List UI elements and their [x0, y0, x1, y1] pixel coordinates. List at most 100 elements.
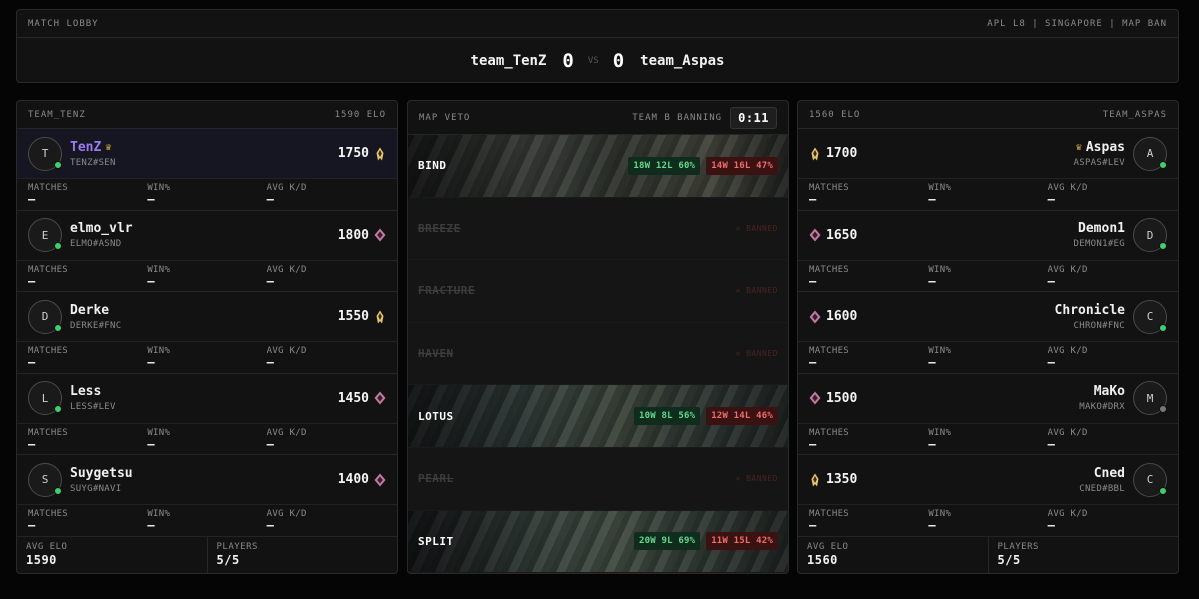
map-name: LOTUS [418, 409, 454, 423]
players-label: PLAYERS [997, 541, 1039, 552]
stat-value: – [928, 518, 936, 532]
avatar: D [28, 299, 62, 334]
map-veto-title: MAP VETO [419, 112, 471, 123]
player-stats: MATCHES – WIN% – AVG K/D – [17, 424, 397, 455]
player-elo: 1650 [809, 228, 857, 243]
player-name-line: TenZ ♛ [70, 140, 338, 155]
team-a-elo: 1590 ELO [334, 109, 386, 120]
avatar-initial: A [1146, 147, 1154, 160]
map-name: HAVEN [418, 347, 454, 361]
stat-value: – [809, 355, 817, 369]
stat-value: – [809, 273, 817, 288]
player-row[interactable]: L Less LESS#LEV 1450 [17, 374, 397, 424]
win-rate-stat: WIN% – [147, 261, 266, 292]
player-row[interactable]: A ♛ Aspas ASPAS#LEV 1700 [798, 129, 1178, 179]
player-elo-value: 1700 [826, 146, 858, 161]
player-card[interactable]: C Chronicle CHRON#FNC 1600 MATCHES – WIN% – AVG … [798, 292, 1178, 374]
player-card[interactable]: C Cned CNED#BBL 1350 MATCHES – WIN% – AVG K/D – [798, 455, 1178, 537]
team-b-title: TEAM_ASPAS [1102, 109, 1167, 120]
player-row[interactable]: M MaKo MAKO#DRX 1500 [798, 374, 1178, 424]
player-name-line: Suygetsu [70, 466, 338, 481]
map-row-lotus[interactable]: LOTUS 10W 8L 56% 12W 14L 46% [408, 385, 788, 448]
map-name: BIND [418, 159, 447, 173]
player-row[interactable]: D Derke DERKE#FNC 1550 [17, 292, 397, 342]
stat-label: WIN% [928, 264, 952, 275]
map-records: 18W 12L 60% 14W 16L 47% [628, 156, 778, 175]
player-card[interactable]: D Derke DERKE#FNC 1550 MATCHES – WIN% – AVG K/D – [17, 292, 397, 374]
stat-value: – [147, 355, 155, 369]
banned-tag: ✕ BANNED [735, 224, 778, 233]
map-name: FRACTURE [418, 284, 475, 298]
map-row-pearl: PEARL ✕ BANNED [408, 447, 788, 511]
player-row[interactable]: C Cned CNED#BBL 1350 [798, 455, 1178, 505]
win-rate-stat: WIN% – [147, 342, 266, 373]
player-card[interactable]: L Less LESS#LEV 1450 MATCHES – WIN% – AVG K/D – [17, 374, 397, 455]
player-elo: 1600 [809, 309, 857, 324]
stat-label: AVG K/D [266, 264, 307, 275]
banned-label: BANNED [746, 474, 778, 484]
stat-value: – [928, 273, 936, 288]
team-a-summary: AVG ELO 1590 PLAYERS 5/5 [17, 536, 397, 573]
map-row-bind[interactable]: BIND 18W 12L 60% 14W 16L 47% [408, 135, 788, 198]
player-elo: 1700 [809, 146, 857, 161]
player-name: Cned [1093, 465, 1125, 481]
stat-label: AVG K/D [1047, 264, 1088, 275]
banned-label: BANNED [746, 349, 778, 359]
kd-stat: AVG K/D – [267, 505, 386, 536]
win-rate-stat: WIN% – [928, 179, 1047, 210]
rank-gold-icon [811, 147, 819, 160]
player-row[interactable]: Eelmo_vlr ELMO#ASND 1800 [17, 211, 397, 261]
matches-stat: MATCHES – [809, 342, 928, 373]
stat-value: – [266, 518, 275, 532]
ban-x-icon: ✕ [735, 223, 747, 233]
player-card[interactable]: M MaKo MAKO#DRX 1500 MATCHES – WIN% – AVG K/D – [798, 374, 1178, 455]
player-name-line: ♛ Aspas [857, 140, 1125, 155]
player-stats: MATCHES – WIN% – AVG K/D – [798, 342, 1178, 373]
player-row[interactable]: C Chronicle CHRON#FNC 1600 [798, 292, 1178, 342]
stat-value: – [147, 192, 155, 206]
player-card[interactable]: A ♛ Aspas ASPAS#LEV 1700 MATCHES – WIN% – AVG K/D… [798, 129, 1178, 211]
player-row[interactable]: T TenZ ♛ TENZ#SEN 1750 [17, 129, 397, 179]
player-card[interactable]: T TenZ ♛ TENZ#SEN 1750 MATCHES – WIN% – AVG K/D – [17, 129, 397, 211]
team-b-elo: 1560 ELO [809, 109, 861, 120]
stat-value: – [28, 192, 36, 206]
avatar: C [1133, 462, 1167, 497]
player-card[interactable]: S Suygetsu SUYG#NAVI 1400 MATCHES – WIN% – AVG K… [17, 455, 397, 537]
kd-stat: AVG K/D – [1048, 505, 1167, 536]
player-row[interactable]: S Suygetsu SUYG#NAVI 1400 [17, 455, 397, 505]
rank-gold-icon [376, 147, 384, 160]
win-rate-stat: WIN% – [928, 342, 1047, 373]
matches-stat: MATCHES – [809, 505, 928, 536]
player-stats: MATCHES – WIN% – AVG K/D – [798, 505, 1178, 536]
team-b-score: 0 [612, 49, 625, 72]
team-a-title: TEAM_TENZ [28, 109, 86, 120]
matches-stat: MATCHES – [28, 179, 147, 210]
team-b-record: 11W 15L 42% [706, 532, 778, 551]
stat-value: – [147, 436, 155, 451]
kd-stat: AVG K/D – [1048, 424, 1167, 455]
avatar-initial: C [1146, 473, 1154, 486]
player-card[interactable]: D Demon1 DEMON1#EG 1650 MATCHES – WIN% – AVG K/D… [798, 211, 1178, 292]
player-row[interactable]: D Demon1 DEMON1#EG 1650 [798, 211, 1178, 261]
stat-label: MATCHES [28, 264, 69, 275]
stat-label: MATCHES [28, 427, 69, 438]
stat-value: – [809, 436, 817, 451]
avatar-initial: D [1146, 228, 1154, 242]
stat-value: – [266, 192, 275, 206]
player-card[interactable]: Eelmo_vlr ELMO#ASND 1800 MATCHES – WIN% – AVG K… [17, 211, 397, 292]
map-records: 10W 8L 56% 12W 14L 46% [634, 407, 778, 426]
player-elo-value: 1350 [826, 472, 858, 487]
status-dot [54, 486, 62, 495]
team-a-avg-elo: AVG ELO 1590 [17, 536, 208, 573]
player-elo: 1800 [338, 228, 386, 243]
avatar: S [28, 462, 62, 497]
stat-value: – [928, 192, 936, 206]
matches-stat: MATCHES – [28, 261, 147, 292]
map-row-fracture: FRACTURE ✕ BANNED [408, 260, 788, 323]
stat-value: – [266, 355, 275, 369]
player-name: MaKo [1093, 384, 1125, 399]
rank-pink-icon [374, 391, 386, 405]
map-list: BIND 18W 12L 60% 14W 16L 47% BREEZE ✕ BANNED… [408, 135, 788, 573]
avg-elo-value: 1590 [26, 552, 57, 567]
map-row-split[interactable]: SPLIT 20W 9L 69% 11W 15L 42% [408, 510, 788, 573]
